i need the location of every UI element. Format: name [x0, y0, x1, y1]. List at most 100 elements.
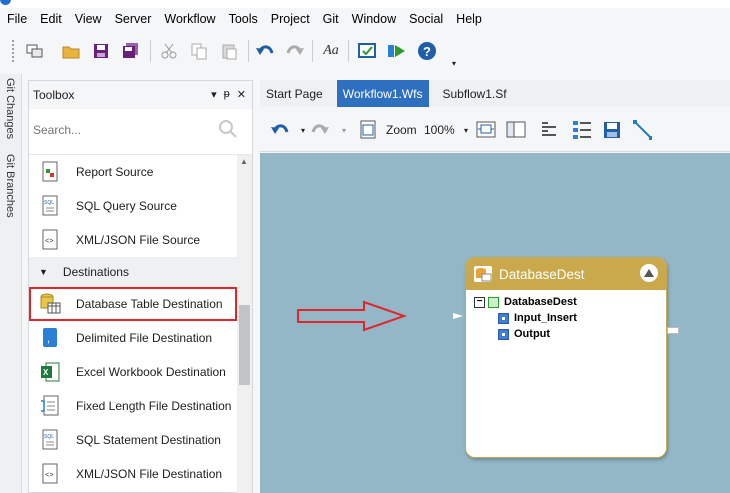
node-header[interactable]: DatabaseDest — [466, 258, 666, 290]
menu-tools[interactable]: Tools — [229, 12, 258, 26]
xml-icon: <> — [39, 462, 61, 486]
zoom-page-icon[interactable] — [358, 120, 378, 140]
align-left-icon[interactable] — [540, 120, 560, 140]
fit-page-icon[interactable] — [506, 120, 526, 140]
svg-text:<>: <> — [45, 238, 53, 246]
toolbox-item-sql-query-source[interactable]: SQL SQL Query Source — [29, 189, 237, 223]
toolbar-overflow-icon[interactable]: ▾ — [443, 52, 465, 74]
report-icon — [39, 160, 61, 184]
save-icon[interactable] — [90, 40, 112, 62]
open-folder-icon[interactable] — [60, 40, 82, 62]
excel-icon: X — [39, 360, 61, 384]
collapse-icon[interactable] — [640, 264, 658, 282]
menu-social[interactable]: Social — [409, 12, 443, 26]
fixed-length-icon — [39, 394, 61, 418]
toolbox-item-database-table-destination[interactable]: Database Table Destination — [29, 287, 237, 321]
toolbox-item-report-source[interactable]: Report Source — [29, 155, 237, 189]
tab-workflow1[interactable]: Workflow1.Wfs — [336, 80, 429, 107]
menu-server[interactable]: Server — [115, 12, 152, 26]
tree-root[interactable]: − DatabaseDest — [474, 294, 577, 310]
svg-text:<>: <> — [45, 472, 53, 480]
collapse-minus-icon[interactable]: − — [474, 296, 485, 308]
toolbox-scrollbar[interactable]: ▲ — [237, 155, 252, 493]
font-icon[interactable]: Aa — [320, 40, 342, 62]
search-icon[interactable] — [218, 119, 238, 142]
redo-dropdown-icon[interactable]: ▾ — [334, 120, 354, 140]
tree-port-output[interactable]: Output — [474, 326, 577, 342]
scrollbar-thumb[interactable] — [239, 305, 250, 385]
svg-text:?: ? — [423, 44, 431, 59]
designer-undo-icon[interactable] — [270, 120, 290, 140]
svg-text:X: X — [43, 368, 49, 377]
save-all-icon[interactable] — [120, 40, 142, 62]
designer-redo-icon[interactable] — [310, 120, 330, 140]
menu-help[interactable]: Help — [456, 12, 482, 26]
toolbox-item-xml-json-source[interactable]: <> XML/JSON File Source — [29, 223, 237, 257]
cut-icon[interactable] — [158, 40, 180, 62]
list-layout-icon[interactable] — [572, 120, 592, 140]
scroll-up-icon[interactable]: ▲ — [240, 157, 248, 166]
svg-text:,: , — [47, 333, 50, 345]
node-title: DatabaseDest — [499, 266, 585, 282]
connector-line-icon[interactable] — [632, 120, 652, 140]
git-branches-tab[interactable]: Git Branches — [4, 154, 16, 218]
menu-file[interactable]: File — [7, 12, 27, 26]
toolbar-grip[interactable] — [12, 40, 15, 62]
main-toolbar: Aa ? ▾ — [0, 30, 730, 74]
toolbox-list: Report Source SQL SQL Query Source <> XM… — [29, 155, 237, 493]
paste-icon[interactable] — [218, 40, 240, 62]
tree-port-input-insert[interactable]: Input_Insert — [474, 310, 577, 326]
save-layout-icon[interactable] — [602, 120, 622, 140]
menu-workflow[interactable]: Workflow — [164, 12, 215, 26]
menu-project[interactable]: Project — [271, 12, 310, 26]
pin-icon[interactable]: ᵽ — [224, 88, 230, 101]
validate-icon[interactable] — [356, 40, 378, 62]
delimited-file-icon: , — [39, 326, 61, 350]
document-tabs: Start Page Workflow1.Wfs Subflow1.Sf — [260, 80, 730, 107]
menu-git[interactable]: Git — [323, 12, 339, 26]
toolbox-title: Toolbox — [33, 88, 75, 102]
port-icon — [498, 328, 509, 340]
run-icon[interactable] — [386, 40, 408, 62]
git-changes-tab[interactable]: Git Changes — [4, 78, 16, 139]
red-arrow-annotation — [297, 300, 408, 332]
left-side-strip: Git Changes Git Branches — [0, 74, 22, 493]
designer-toolbar: ▾ ▾ Zoom 100% ▾ — [260, 107, 730, 152]
undo-icon[interactable] — [254, 40, 276, 62]
toolbox-item-delimited-file-destination[interactable]: , Delimited File Destination — [29, 321, 237, 355]
fit-width-icon[interactable] — [476, 120, 496, 140]
app-icon — [0, 0, 11, 5]
tab-start-page[interactable]: Start Page — [260, 80, 329, 107]
xml-icon: <> — [39, 228, 61, 252]
menu-edit[interactable]: Edit — [40, 12, 62, 26]
toolbox-panel: Toolbox ▾ ᵽ ✕ Report Source SQL SQL Quer… — [28, 80, 253, 493]
sql-icon: SQL — [39, 194, 61, 218]
toolbox-group-destinations[interactable]: ▼ Destinations — [29, 257, 237, 287]
collapse-triangle-icon[interactable]: ▼ — [39, 267, 48, 277]
menu-window[interactable]: Window — [352, 12, 396, 26]
output-connector[interactable] — [667, 327, 679, 334]
redo-icon[interactable] — [284, 40, 306, 62]
dropdown-icon[interactable]: ▾ — [211, 88, 217, 101]
svg-text:SQL: SQL — [44, 200, 54, 206]
database-table-icon — [473, 265, 493, 286]
help-icon[interactable]: ? — [416, 40, 438, 62]
database-dest-node[interactable]: DatabaseDest − DatabaseDest Input_Insert… — [465, 257, 667, 458]
search-input[interactable] — [33, 123, 213, 137]
tab-subflow1[interactable]: Subflow1.Sf — [437, 80, 513, 107]
menu-view[interactable]: View — [75, 12, 102, 26]
port-icon — [498, 312, 509, 324]
zoom-dropdown-icon[interactable]: ▾ — [456, 120, 476, 140]
copy-icon[interactable] — [188, 40, 210, 62]
toolbox-item-fixed-length-destination[interactable]: Fixed Length File Destination — [29, 389, 237, 423]
new-project-icon[interactable] — [24, 40, 46, 62]
title-bar — [0, 0, 730, 8]
toolbox-item-xml-json-destination[interactable]: <> XML/JSON File Destination — [29, 457, 237, 491]
zoom-value[interactable]: 100% — [424, 123, 455, 137]
toolbox-item-excel-workbook-destination[interactable]: X Excel Workbook Destination — [29, 355, 237, 389]
close-icon[interactable]: ✕ — [237, 88, 246, 101]
menu-bar: File Edit View Server Workflow Tools Pro… — [0, 8, 730, 30]
toolbox-header: Toolbox ▾ ᵽ ✕ — [29, 81, 252, 109]
node-tree: − DatabaseDest Input_Insert Output — [474, 294, 577, 342]
toolbox-item-sql-statement-destination[interactable]: SQL SQL Statement Destination — [29, 423, 237, 457]
